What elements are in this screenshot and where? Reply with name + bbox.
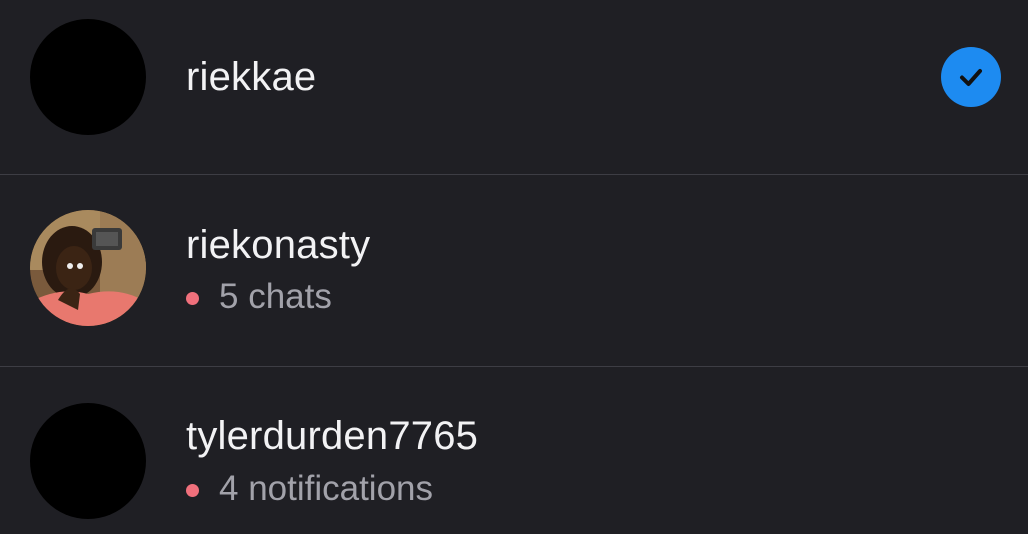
account-list: riekkae riekonasty 5 chats tylerdurden77… xyxy=(0,0,1028,534)
avatar xyxy=(30,19,146,135)
account-username: riekonasty xyxy=(186,223,371,267)
status-text: 5 chats xyxy=(219,277,332,316)
unread-dot-icon xyxy=(186,292,199,305)
avatar xyxy=(30,210,146,326)
account-row-tylerdurden7765[interactable]: tylerdurden7765 4 notifications xyxy=(0,367,1028,534)
status-text: 4 notifications xyxy=(219,469,434,508)
account-username: riekkae xyxy=(186,55,317,99)
account-username: tylerdurden7765 xyxy=(186,414,479,458)
account-row-riekonasty[interactable]: riekonasty 5 chats xyxy=(0,175,1028,366)
account-status: 4 notifications xyxy=(186,469,433,509)
selected-check-icon xyxy=(941,47,1001,107)
unread-dot-icon xyxy=(186,484,199,497)
account-status: 5 chats xyxy=(186,277,332,317)
avatar xyxy=(30,403,146,519)
account-row-riekkae[interactable]: riekkae xyxy=(0,0,1028,174)
